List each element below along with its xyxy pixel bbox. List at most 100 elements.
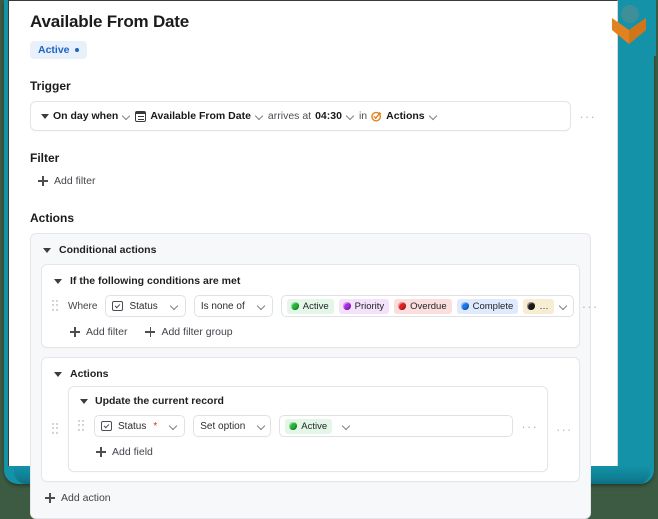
condition-field-select[interactable]: Status bbox=[105, 295, 186, 317]
chevron-down-icon[interactable] bbox=[122, 112, 131, 121]
value-pill[interactable]: Active bbox=[286, 298, 334, 314]
chevron-down-icon[interactable] bbox=[255, 112, 264, 121]
value-pill[interactable]: Priority bbox=[338, 298, 390, 314]
chevron-down-icon[interactable] bbox=[169, 422, 178, 431]
condition-row: Where Status Is none of Active Priority … bbox=[52, 295, 597, 317]
plus-icon bbox=[70, 327, 80, 337]
value-pill[interactable]: Overdue bbox=[394, 298, 452, 314]
condition-operator-label: Is none of bbox=[200, 300, 245, 312]
color-bead-icon bbox=[289, 422, 298, 430]
plus-icon bbox=[96, 447, 106, 457]
condition-add-links: Add filter Add filter group bbox=[70, 326, 569, 338]
calendar-icon bbox=[135, 110, 147, 122]
condition-field-label: Status bbox=[129, 300, 158, 312]
update-record-action-card: Update the current record Status * Set o… bbox=[68, 386, 548, 472]
value-pill[interactable]: Active bbox=[285, 418, 333, 434]
required-marker: * bbox=[153, 420, 158, 432]
value-pill-truncated[interactable]: … bbox=[523, 298, 554, 314]
value-pill-label: … bbox=[539, 300, 549, 312]
drag-handle-icon[interactable] bbox=[52, 423, 60, 435]
trigger-overflow-menu[interactable]: ··· bbox=[579, 110, 596, 123]
trigger-row-wrapper: On day when Available From Date arrives … bbox=[30, 101, 596, 131]
trigger-in-label: in bbox=[358, 110, 368, 122]
value-pill-label: Priority bbox=[354, 300, 385, 312]
add-action-button[interactable]: Add action bbox=[45, 492, 111, 504]
status-badge-label: Active bbox=[38, 44, 70, 56]
conditions-title-row[interactable]: If the following conditions are met bbox=[52, 273, 569, 289]
color-bead-icon bbox=[290, 302, 299, 310]
action-field-row: Status * Set option Active ··· bbox=[78, 415, 538, 437]
trigger-when-label: On day when bbox=[53, 110, 119, 122]
collapse-caret-icon[interactable] bbox=[54, 371, 62, 377]
add-filter-label: Add filter bbox=[54, 175, 96, 187]
collapse-caret-icon[interactable] bbox=[80, 398, 88, 404]
action-operation-label: Set option bbox=[200, 420, 246, 432]
chevron-down-icon[interactable] bbox=[342, 422, 351, 431]
status-badge[interactable]: Active bbox=[30, 41, 87, 59]
chevron-down-icon[interactable] bbox=[170, 302, 179, 311]
color-bead-icon bbox=[342, 302, 351, 310]
where-label: Where bbox=[68, 300, 98, 312]
actions-heading: Actions bbox=[30, 211, 75, 225]
plus-icon bbox=[45, 493, 55, 503]
value-pill-label: Active bbox=[302, 300, 329, 312]
color-bead-icon bbox=[398, 302, 407, 310]
value-pill-label: Overdue bbox=[410, 300, 447, 312]
actions-group-title-row[interactable]: Actions bbox=[52, 366, 569, 386]
value-pill-label: Active bbox=[301, 420, 328, 432]
conditions-group-card: If the following conditions are met Wher… bbox=[41, 264, 597, 348]
chevron-down-icon[interactable] bbox=[257, 422, 266, 431]
filter-heading: Filter bbox=[30, 151, 60, 165]
action-title-row[interactable]: Update the current record bbox=[78, 395, 538, 407]
condition-values-select[interactable]: Active Priority Overdue Complete … bbox=[280, 295, 574, 317]
select-field-icon bbox=[101, 421, 112, 431]
color-bead-icon bbox=[527, 302, 536, 310]
add-filter-group-label: Add filter group bbox=[161, 326, 233, 338]
trigger-time-value[interactable]: 04:30 bbox=[315, 110, 342, 122]
condition-overflow-menu[interactable]: ··· bbox=[582, 300, 599, 313]
trigger-heading: Trigger bbox=[30, 79, 71, 93]
select-field-icon bbox=[112, 301, 124, 311]
chevron-down-icon[interactable] bbox=[429, 112, 438, 121]
collapse-caret-icon[interactable] bbox=[43, 247, 51, 253]
add-field-button[interactable]: Add field bbox=[96, 446, 153, 458]
automation-editor: Available From Date Active Trigger On da… bbox=[8, 0, 618, 519]
plus-icon bbox=[38, 176, 48, 186]
color-bead-icon bbox=[460, 302, 469, 310]
action-title: Update the current record bbox=[95, 395, 224, 407]
add-action-label: Add action bbox=[61, 492, 111, 504]
action-card-row: Update the current record Status * Set o… bbox=[52, 386, 571, 472]
add-filter-group-button[interactable]: Add filter group bbox=[145, 326, 233, 338]
conditions-title: If the following conditions are met bbox=[70, 275, 241, 287]
status-dot-icon bbox=[74, 48, 79, 52]
action-field-select[interactable]: Status * bbox=[94, 415, 186, 437]
add-field-label: Add field bbox=[112, 446, 153, 458]
add-filter-button[interactable]: Add filter bbox=[70, 326, 127, 338]
trigger-app-label: Actions bbox=[386, 110, 425, 122]
drag-handle-icon[interactable] bbox=[78, 420, 86, 432]
page-title: Available From Date bbox=[30, 12, 190, 31]
action-value-select[interactable]: Active bbox=[279, 415, 514, 437]
action-field-overflow-menu[interactable]: ··· bbox=[521, 420, 538, 433]
chevron-down-icon[interactable] bbox=[346, 112, 355, 121]
conditional-actions-card: Conditional actions If the following con… bbox=[30, 233, 597, 519]
action-operation-select[interactable]: Set option bbox=[193, 415, 272, 437]
value-pill[interactable]: Complete bbox=[456, 298, 519, 314]
action-card-overflow-menu[interactable]: ··· bbox=[556, 423, 573, 436]
value-pill-label: Complete bbox=[472, 300, 514, 312]
collapse-caret-icon[interactable] bbox=[54, 278, 62, 284]
trigger-arrives-label: arrives at bbox=[267, 110, 312, 122]
drag-handle-icon[interactable] bbox=[52, 300, 60, 312]
collapse-caret-icon[interactable] bbox=[41, 113, 49, 119]
conditional-actions-title-row[interactable]: Conditional actions bbox=[41, 242, 580, 264]
add-filter-label: Add filter bbox=[86, 326, 128, 338]
chevron-down-icon[interactable] bbox=[257, 302, 266, 311]
action-field-label: Status bbox=[118, 420, 147, 432]
actions-group-title: Actions bbox=[70, 368, 109, 380]
condition-operator-select[interactable]: Is none of bbox=[193, 295, 273, 317]
actions-group-card: Actions Update the current record Status… bbox=[41, 357, 580, 482]
trigger-card[interactable]: On day when Available From Date arrives … bbox=[30, 101, 572, 131]
plus-icon bbox=[145, 327, 156, 337]
chevron-down-icon[interactable] bbox=[559, 302, 568, 311]
add-filter-button[interactable]: Add filter bbox=[38, 175, 95, 187]
